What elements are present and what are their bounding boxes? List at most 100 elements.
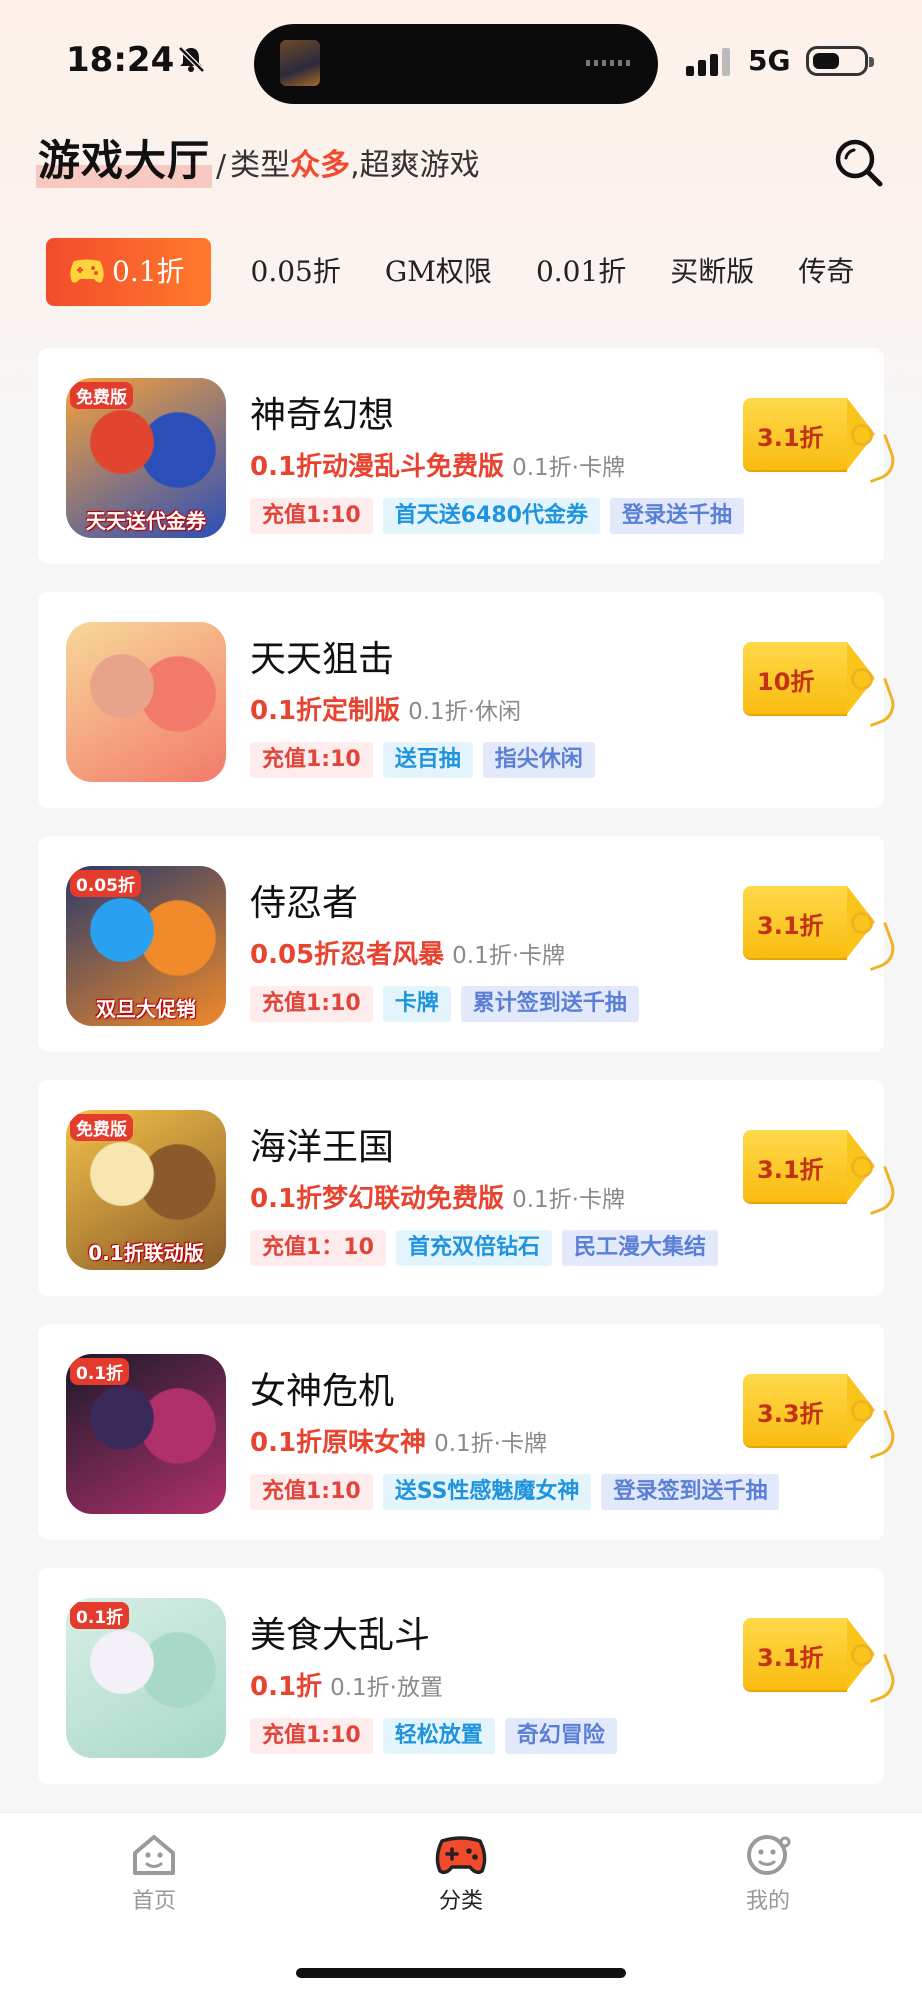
game-promo: 0.1折原味女神 [250,1428,427,1458]
dynamic-island [254,24,658,104]
tag-string-icon [856,433,901,484]
game-tag: 充值1:10 [250,1474,373,1510]
game-meta: 0.1折·卡牌 [512,1187,625,1213]
game-promo: 0.1折动漫乱斗免费版 [250,452,505,482]
icon-corner-badge: 0.1折 [70,1602,130,1629]
home-icon [133,1835,175,1875]
subtitle-suffix: ,超爽游戏 [350,148,480,183]
tab-label: 传奇 [798,255,855,288]
game-tags: 充值1:10 送百抽 指尖休闲 [250,742,605,778]
signal-icon [686,48,730,76]
tab-label: 0.1折 [112,255,185,288]
game-tag: 充值1：10 [250,1230,386,1266]
tab-2[interactable]: GM权限 [385,238,492,306]
tab-5[interactable]: 传奇 [798,238,854,306]
game-tag: 充值1:10 [250,742,373,778]
game-icon[interactable]: 免费版 天天送代金券 [66,378,226,538]
icon-corner-badge: 免费版 [70,1114,133,1141]
game-tags: 充值1:10 卡牌 累计签到送千抽 [250,986,649,1022]
game-description: 0.1折原味女神 0.1折·卡牌 [250,1422,547,1459]
discount-text: 3.3折 [757,1400,824,1428]
game-meta: 0.1折·放置 [330,1675,443,1701]
nav-home-label: 首页 [131,1889,176,1914]
icon-corner-badge: 0.1折 [70,1358,130,1385]
game-name[interactable]: 海洋王国 [250,1118,394,1170]
game-tag: 送百抽 [382,742,473,778]
nav-category-label: 分类 [438,1889,483,1914]
game-promo: 0.1折 [250,1672,323,1702]
gamepad-icon [70,259,104,283]
tab-3[interactable]: 0.01折 [536,238,626,306]
game-description: 0.1折动漫乱斗免费版 0.1折·卡牌 [250,446,625,483]
discount-price-tag: 3.3折 [743,1374,901,1460]
game-tag: 登录签到送千抽 [601,1474,780,1510]
icon-corner-badge: 0.05折 [70,870,141,897]
tab-label: GM权限 [384,255,492,288]
game-description: 0.1折 0.1折·放置 [250,1666,443,1703]
tab-0[interactable]: 0.1折 [46,238,211,306]
discount-text: 3.1折 [757,1156,824,1184]
search-icon[interactable] [832,136,884,188]
tab-label: 0.01折 [535,255,627,288]
nav-home[interactable]: 首页 [94,1833,214,1915]
discount-text: 3.1折 [757,1644,824,1672]
tag-string-icon [856,1409,901,1460]
category-tabs: 0.1折 0.05折 GM权限 0.01折 买断版 传奇 [46,238,922,306]
game-card[interactable]: 免费版 0.1折联动版 海洋王国 0.1折梦幻联动免费版 0.1折·卡牌 充值1：10 首充… [38,1080,901,1296]
game-card[interactable]: 免费版 天天送代金券 神奇幻想 0.1折动漫乱斗免费版 0.1折·卡牌充值1:10 首天送… [38,348,901,564]
game-tag: 首充双倍钻石 [395,1230,552,1266]
discount-price-tag: 3.1折 [743,1130,901,1216]
game-description: 0.05折忍者风暴 0.1折·卡牌 [250,934,565,971]
game-icon[interactable]: 免费版 0.1折联动版 [66,1110,226,1270]
game-icon[interactable] [66,622,226,782]
game-tag: 充值1:10 [250,986,373,1022]
subtitle-highlight: 众多 [290,148,351,183]
game-meta: 0.1折·卡牌 [512,455,625,481]
nav-mine-label: 我的 [745,1889,790,1914]
game-tag: 首天送6480代金券 [382,498,600,534]
subtitle-prefix: 类型 [230,148,291,183]
discount-text: 3.1折 [757,424,824,452]
game-tag: 轻松放置 [382,1718,495,1754]
game-tag: 民工漫大集结 [561,1230,718,1266]
game-name[interactable]: 女神危机 [250,1362,394,1414]
game-meta: 0.1折·休闲 [408,699,521,725]
game-card[interactable]: 0.05折 双旦大促销 侍忍者 0.05折忍者风暴 0.1折·卡牌充值1:10 卡牌 累计签… [38,836,901,1052]
nav-category[interactable]: 分类 [401,1833,521,1915]
silent-bell-icon [178,46,205,73]
game-card[interactable]: 0.1折 美食大乱斗 0.1折 0.1折·放置充值1:10 轻松放置 奇幻冒险 3.1折 [38,1568,901,1784]
game-name[interactable]: 美食大乱斗 [250,1606,430,1658]
activity-wave-icon [586,60,634,66]
game-tags: 充值1:10 轻松放置 奇幻冒险 [250,1718,627,1754]
icon-banner-text: 0.1折联动版 [88,1241,204,1265]
game-icon[interactable]: 0.05折 双旦大促销 [66,866,226,1026]
tab-1[interactable]: 0.05折 [251,238,341,306]
game-name[interactable]: 天天狙击 [250,630,394,682]
game-tag: 奇幻冒险 [504,1718,617,1754]
icon-banner-text: 天天送代金券 [86,509,206,533]
game-icon[interactable]: 0.1折 [66,1598,226,1758]
game-tags: 充值1:10 送SS性感魅魔女神 登录签到送千抽 [250,1474,789,1510]
tab-label: 0.05折 [250,255,341,288]
home-indicator [296,1968,626,1978]
nav-mine[interactable]: 我的 [708,1833,828,1915]
page-header: 游戏大厅 / 类型 众多 ,超爽游戏 [36,127,480,188]
tag-string-icon [856,1653,901,1704]
game-tag: 充值1:10 [250,498,373,534]
game-card[interactable]: 天天狙击 0.1折定制版 0.1折·休闲 充值1:10 送百抽 指尖休闲 10折 [38,592,901,808]
tab-4[interactable]: 买断版 [670,238,754,306]
discount-price-tag: 3.1折 [743,398,901,484]
title-separator: / [216,149,227,184]
game-card[interactable]: 0.1折 女神危机 0.1折原味女神 0.1折·卡牌 充值1:10 送SS性感魅魔女神 登录… [38,1324,901,1540]
gamepad-icon [435,1836,487,1875]
status-time: 18:24 [66,40,175,80]
game-tag: 送SS性感魅魔女神 [382,1474,592,1510]
game-name[interactable]: 神奇幻想 [250,386,394,438]
game-tags: 充值1：10 首充双倍钻石 民工漫大集结 [250,1230,728,1266]
game-name[interactable]: 侍忍者 [250,874,358,926]
discount-text: 10折 [757,668,815,696]
game-icon[interactable]: 0.1折 [66,1354,226,1514]
game-tag: 累计签到送千抽 [460,986,639,1022]
game-description: 0.1折梦幻联动免费版 0.1折·卡牌 [250,1178,625,1215]
discount-price-tag: 10折 [743,642,901,728]
